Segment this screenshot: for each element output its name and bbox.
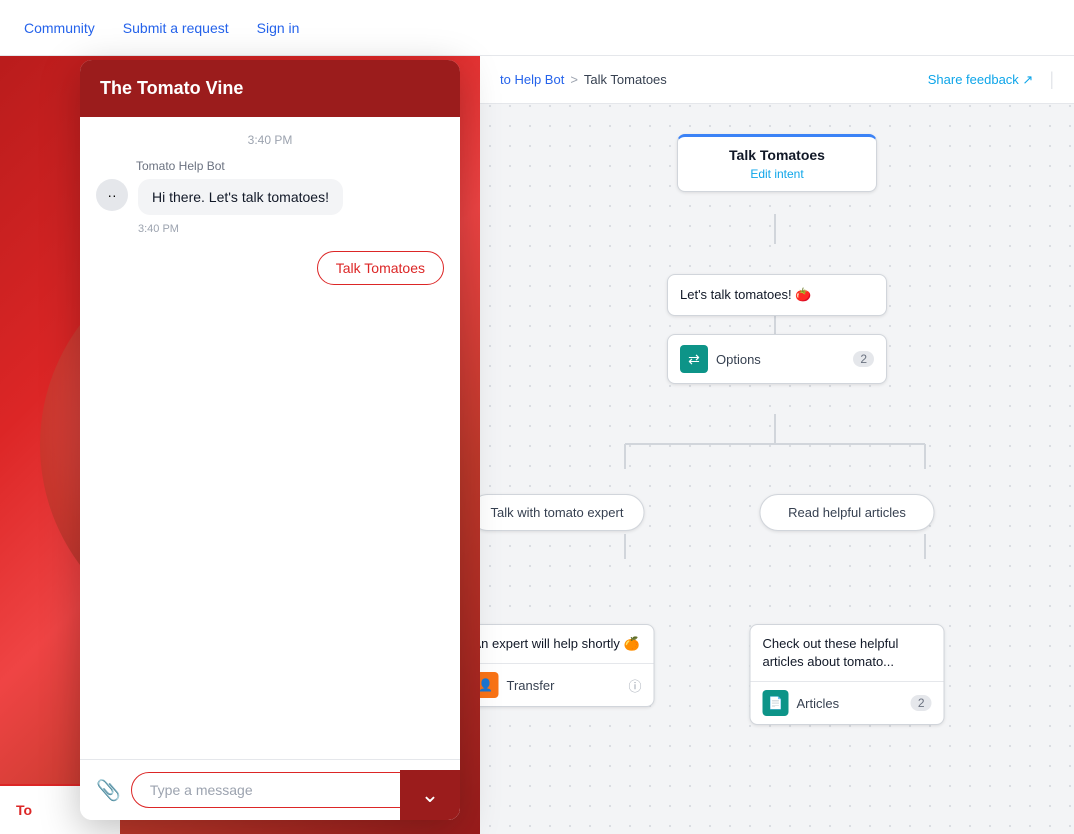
message-node[interactable]: Let's talk tomatoes! 🍅 bbox=[667, 274, 887, 316]
branch-right-label: Read helpful articles bbox=[788, 505, 906, 520]
chat-timestamp: 3:40 PM bbox=[96, 133, 444, 147]
bot-name: Tomato Help Bot bbox=[136, 159, 444, 173]
flow-panel: to Help Bot > Talk Tomatoes Share feedba… bbox=[480, 56, 1074, 834]
articles-label: Articles bbox=[797, 696, 903, 711]
bot-message-row: ·· Hi there. Let's talk tomatoes! bbox=[96, 179, 444, 215]
breadcrumb-separator: > bbox=[570, 72, 578, 87]
breadcrumb: to Help Bot > Talk Tomatoes bbox=[500, 72, 667, 87]
nav-sign-in[interactable]: Sign in bbox=[257, 20, 300, 36]
result-left-text: An expert will help shortly 🍊 bbox=[480, 625, 654, 663]
options-header: ⇄ Options 2 bbox=[668, 335, 886, 383]
options-icon: ⇄ bbox=[680, 345, 708, 373]
options-count: 2 bbox=[853, 351, 874, 367]
bot-message-time: 3:40 PM bbox=[138, 223, 444, 235]
chat-header: The Tomato Vine bbox=[80, 60, 460, 117]
top-nav: Community Submit a request Sign in bbox=[0, 0, 1074, 56]
branch-right-node[interactable]: Read helpful articles bbox=[760, 494, 935, 531]
chat-body: 3:40 PM Tomato Help Bot ·· Hi there. Let… bbox=[80, 117, 460, 759]
chat-title: The Tomato Vine bbox=[100, 78, 243, 98]
result-right-footer: 📄 Articles 2 bbox=[751, 681, 944, 724]
chat-input[interactable] bbox=[131, 772, 444, 808]
message-text: Let's talk tomatoes! 🍅 bbox=[680, 287, 874, 303]
result-left-footer: 👤 Transfer ⓘ bbox=[480, 663, 654, 706]
bot-avatar: ·· bbox=[96, 179, 128, 211]
bot-bubble: Hi there. Let's talk tomatoes! bbox=[138, 179, 343, 215]
user-response: Talk Tomatoes bbox=[96, 251, 444, 285]
edit-intent-link[interactable]: Edit intent bbox=[678, 167, 876, 191]
nav-community[interactable]: Community bbox=[24, 20, 95, 36]
branch-left-node[interactable]: Talk with tomato expert bbox=[480, 494, 645, 531]
options-node[interactable]: ⇄ Options 2 bbox=[667, 334, 887, 384]
branch-left-label: Talk with tomato expert bbox=[491, 505, 624, 520]
chat-widget: The Tomato Vine 3:40 PM Tomato Help Bot … bbox=[80, 60, 460, 820]
articles-count: 2 bbox=[911, 695, 932, 711]
transfer-icon: 👤 bbox=[480, 672, 499, 698]
result-right-node[interactable]: Check out these helpful articles about t… bbox=[750, 624, 945, 725]
breadcrumb-link[interactable]: to Help Bot bbox=[500, 72, 564, 87]
transfer-label: Transfer bbox=[507, 678, 621, 693]
attach-icon[interactable]: 📎 bbox=[96, 778, 121, 803]
nav-submit-request[interactable]: Submit a request bbox=[123, 20, 229, 36]
result-right-text: Check out these helpful articles about t… bbox=[751, 625, 944, 681]
options-label: Options bbox=[716, 352, 845, 367]
flow-canvas: Talk Tomatoes Edit intent Let's talk tom… bbox=[480, 104, 1074, 834]
flow-topbar: to Help Bot > Talk Tomatoes Share feedba… bbox=[480, 56, 1074, 104]
result-left-node[interactable]: An expert will help shortly 🍊 👤 Transfer… bbox=[480, 624, 655, 707]
articles-icon: 📄 bbox=[763, 690, 789, 716]
chat-scroll-down-button[interactable]: ⌄ bbox=[400, 770, 460, 820]
info-icon-left[interactable]: ⓘ bbox=[628, 676, 641, 695]
chevron-down-icon: ⌄ bbox=[421, 782, 439, 808]
share-feedback-link[interactable]: Share feedback ↗ bbox=[928, 72, 1034, 88]
breadcrumb-current: Talk Tomatoes bbox=[584, 72, 667, 87]
start-node: Talk Tomatoes Edit intent bbox=[677, 134, 877, 192]
user-bubble: Talk Tomatoes bbox=[317, 251, 444, 285]
topbar-divider: | bbox=[1049, 69, 1054, 90]
start-node-title: Talk Tomatoes bbox=[678, 137, 876, 167]
